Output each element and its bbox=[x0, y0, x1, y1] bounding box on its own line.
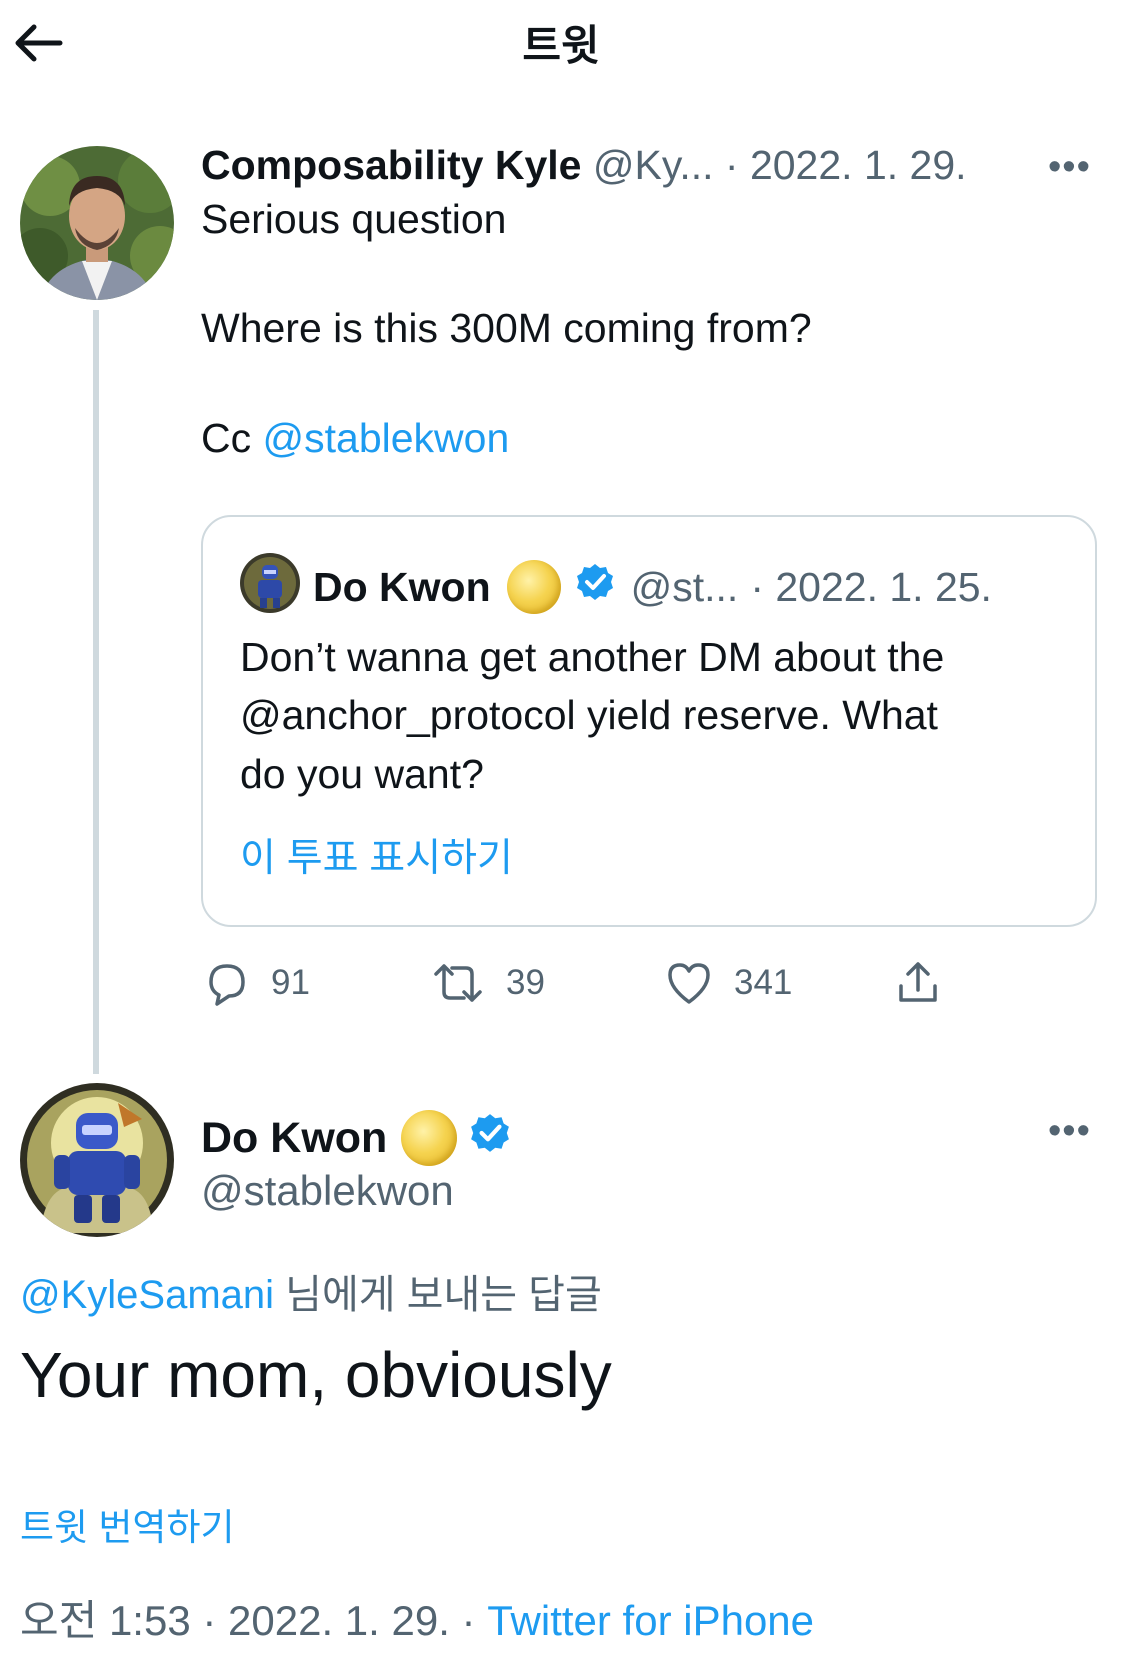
quoted-tweet-header: Do Kwon @st... · 2022. 1. 25. bbox=[313, 560, 992, 614]
handle[interactable]: @Ky... bbox=[593, 142, 714, 188]
more-options-icon[interactable]: ••• bbox=[1048, 146, 1091, 189]
show-poll-link[interactable]: 이 투표 표시하기 bbox=[240, 827, 513, 883]
handle: @st... bbox=[630, 563, 739, 610]
replying-label: 님에게 보내는 답글 bbox=[274, 1273, 602, 1317]
share-icon bbox=[899, 962, 937, 1002]
tweet-text: Your mom, obviously bbox=[20, 1339, 612, 1411]
mention-link[interactable]: @stablekwon bbox=[263, 415, 510, 461]
display-name: Do Kwon bbox=[313, 563, 491, 610]
avatar[interactable] bbox=[20, 1083, 174, 1237]
tweet-text-line: Cc @stablekwon bbox=[201, 415, 509, 462]
page-title: 트윗 bbox=[522, 22, 600, 69]
cc-label: Cc bbox=[201, 415, 263, 461]
handle[interactable]: @stablekwon bbox=[201, 1167, 454, 1215]
display-name-text: Do Kwon bbox=[201, 1113, 388, 1162]
tweet-header: Composability Kyle @Ky... · 2022. 1. 29. bbox=[201, 142, 967, 189]
reply-button[interactable]: 91 bbox=[201, 955, 310, 1011]
like-count: 341 bbox=[734, 963, 793, 1002]
share-button[interactable] bbox=[893, 955, 943, 1011]
translate-tweet-link[interactable]: 트윗 번역하기 bbox=[20, 1497, 235, 1551]
retweet-count: 39 bbox=[506, 963, 545, 1002]
display-name[interactable]: Do Kwon bbox=[201, 1110, 511, 1166]
avatar bbox=[240, 553, 300, 613]
tweet-text-line: Where is this 300M coming from? bbox=[201, 305, 812, 351]
tweet-date[interactable]: · 2022. 1. 29. bbox=[725, 142, 967, 188]
tweet-metadata: 오전 1:53 · 2022. 1. 29. · Twitter for iPh… bbox=[20, 1587, 814, 1648]
verified-badge-icon bbox=[469, 1112, 511, 1165]
display-name[interactable]: Composability Kyle bbox=[201, 142, 581, 188]
avatar[interactable] bbox=[20, 146, 174, 300]
quoted-text-line: Don’t wanna get another DM about the bbox=[240, 634, 945, 680]
replying-to: @KyleSamani 님에게 보내는 답글 bbox=[20, 1262, 602, 1320]
quoted-text-line: do you want? bbox=[240, 751, 484, 797]
thread-connector bbox=[93, 310, 99, 1074]
mention-link[interactable]: @KyleSamani bbox=[20, 1273, 274, 1317]
reply-icon bbox=[209, 964, 245, 1006]
verified-badge-icon bbox=[575, 562, 615, 612]
tweet-date: · 2022. 1. 25. bbox=[750, 563, 992, 610]
retweet-icon bbox=[434, 964, 482, 1002]
moon-emoji-icon bbox=[506, 560, 561, 614]
tweet-timestamp[interactable]: 오전 1:53 · 2022. 1. 29. · bbox=[20, 1597, 487, 1644]
quoted-text-line: @anchor_protocol yield reserve. What bbox=[240, 692, 938, 738]
tweet-text-line: Serious question bbox=[201, 196, 507, 242]
reply-count: 91 bbox=[271, 963, 310, 1002]
heart-icon bbox=[668, 963, 710, 1004]
more-options-icon[interactable]: ••• bbox=[1048, 1110, 1091, 1153]
retweet-button[interactable]: 39 bbox=[430, 955, 545, 1011]
tweet-source-link[interactable]: Twitter for iPhone bbox=[487, 1597, 814, 1644]
like-button[interactable]: 341 bbox=[664, 955, 792, 1011]
moon-emoji-icon bbox=[401, 1110, 458, 1166]
